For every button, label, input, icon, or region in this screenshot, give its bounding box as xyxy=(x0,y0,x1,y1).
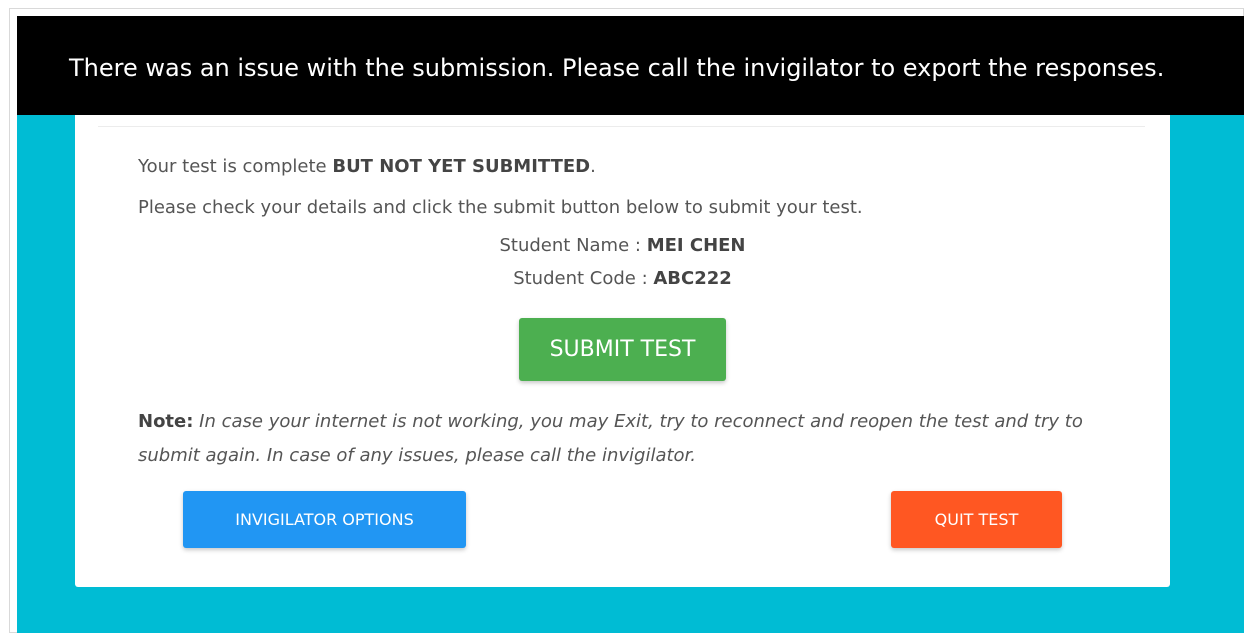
student-code-value: ABC222 xyxy=(653,268,732,289)
error-banner-message: There was an issue with the submission. … xyxy=(69,54,1165,82)
quit-test-button[interactable]: QUIT TEST xyxy=(891,491,1062,548)
student-name-label: Student Name : xyxy=(499,235,647,256)
student-code-label: Student Code : xyxy=(513,268,654,289)
student-code-row: Student Code : ABC222 xyxy=(75,267,1170,291)
completion-status-emphasis: BUT NOT YET SUBMITTED xyxy=(332,156,591,177)
note-label: Note: xyxy=(138,411,194,432)
submit-instructions: Please check your details and click the … xyxy=(138,197,863,218)
card-divider xyxy=(98,126,1145,127)
completion-status: Your test is complete BUT NOT YET SUBMIT… xyxy=(138,155,596,179)
submit-test-button[interactable]: SUBMIT TEST xyxy=(519,318,726,381)
invigilator-options-button[interactable]: INVIGILATOR OPTIONS xyxy=(183,491,466,548)
completion-status-suffix: . xyxy=(590,156,596,177)
note-text: Note: In case your internet is not worki… xyxy=(138,405,1098,473)
note-body: In case your internet is not working, yo… xyxy=(138,411,1083,466)
error-banner: There was an issue with the submission. … xyxy=(17,16,1244,115)
completion-status-prefix: Your test is complete xyxy=(138,156,333,177)
submission-card: Your test is complete BUT NOT YET SUBMIT… xyxy=(75,115,1170,587)
student-name-value: MEI CHEN xyxy=(646,235,746,256)
student-name-row: Student Name : MEI CHEN xyxy=(75,234,1170,258)
